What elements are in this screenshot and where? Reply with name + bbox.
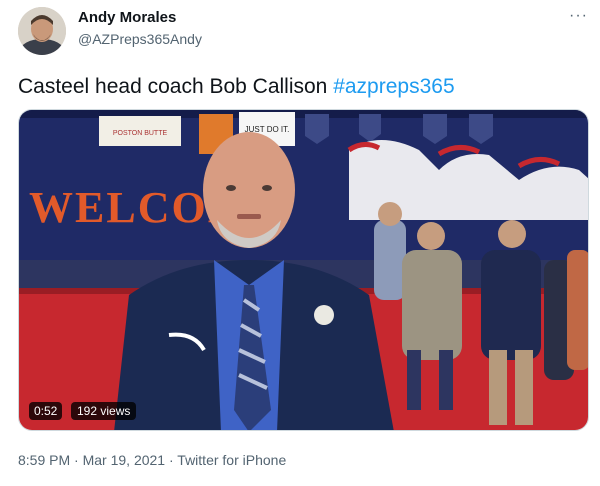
meta-separator: · bbox=[70, 452, 83, 468]
author-avatar[interactable] bbox=[18, 7, 66, 55]
banner-poston-text: POSTON BUTTE bbox=[113, 130, 168, 137]
author-handle[interactable]: @AZPreps365Andy bbox=[78, 31, 202, 47]
more-options-icon[interactable]: ··· bbox=[569, 7, 588, 25]
tweet-video[interactable]: POSTON BUTTE JUST DO IT. WELCOM 0:52 192… bbox=[18, 109, 589, 431]
meta-separator: · bbox=[165, 452, 178, 468]
tweet-card: Andy Morales @AZPreps365Andy ··· Casteel… bbox=[0, 0, 600, 486]
tweet-source[interactable]: Twitter for iPhone bbox=[177, 452, 286, 468]
tweet-text: Casteel head coach Bob Callison #azpreps… bbox=[18, 73, 455, 101]
tweet-meta: 8:59 PM · Mar 19, 2021 · Twitter for iPh… bbox=[18, 452, 286, 468]
video-view-count: 192 views bbox=[71, 402, 137, 420]
tweet-date[interactable]: Mar 19, 2021 bbox=[83, 452, 166, 468]
tweet-body: Casteel head coach Bob Callison bbox=[18, 75, 334, 98]
hashtag-link[interactable]: #azpreps365 bbox=[333, 75, 454, 98]
video-duration: 0:52 bbox=[29, 402, 63, 420]
video-frame: POSTON BUTTE JUST DO IT. WELCOM bbox=[19, 110, 588, 430]
tweet-time[interactable]: 8:59 PM bbox=[18, 452, 70, 468]
author-name[interactable]: Andy Morales bbox=[78, 9, 176, 26]
